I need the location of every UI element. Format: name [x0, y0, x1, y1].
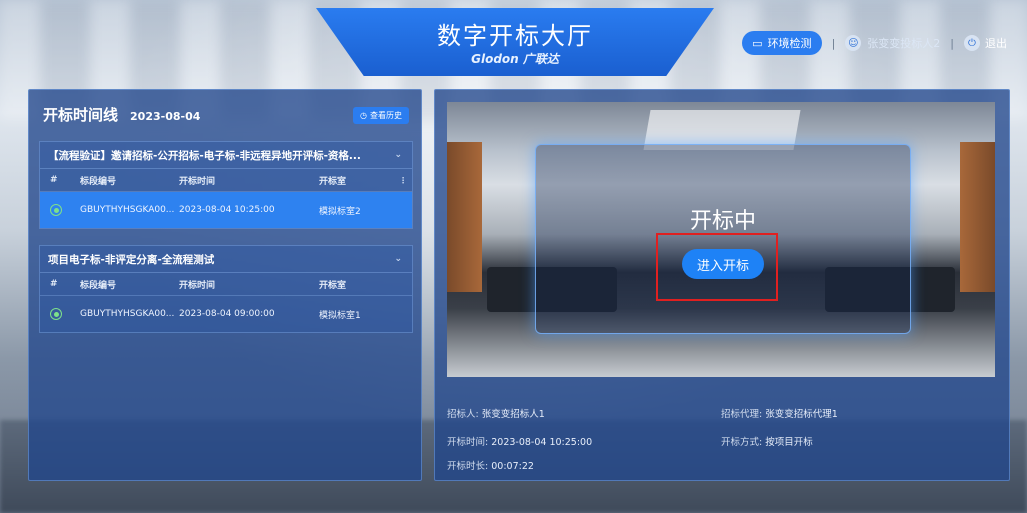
chevron-down-icon[interactable]: ⌄ — [394, 254, 402, 264]
table-row[interactable]: GBUYTHYHSGKA00... 2023-08-04 10:25:00 模拟… — [40, 192, 412, 228]
duration-value: 00:07:22 — [491, 461, 534, 472]
timeline-title: 开标时间线 — [43, 106, 119, 124]
timeline-header: 开标时间线 2023-08-04 — [43, 104, 200, 125]
project-name: 项目电子标-非评定分离-全流程测试 — [48, 253, 215, 266]
agent-value: 张变变招标代理1 — [765, 409, 838, 420]
page-title: 数字开标大厅 — [437, 22, 593, 50]
method-value: 按项目开标 — [765, 437, 813, 448]
status-dot-icon — [50, 204, 62, 216]
user-name: 张变变投标人2 — [867, 37, 941, 50]
clock-icon: ◷ — [360, 111, 367, 120]
table-header: # 标段编号 开标时间 开标室 — [40, 273, 412, 296]
meeting-room-image: 开标中 进入开标 — [447, 102, 995, 377]
project-name: 【流程验证】邀请招标-公开招标-电子标-非远程异地开评标-资格... — [48, 149, 361, 162]
logout-button[interactable]: ⏻ 退出 — [964, 35, 1007, 51]
agent-info: 招标代理: 张变变招标代理1 — [721, 406, 838, 420]
chevron-down-icon[interactable]: ⌄ — [394, 150, 402, 160]
method-info: 开标方式: 按项目开标 — [721, 434, 813, 448]
project-group: 【流程验证】邀请招标-公开招标-电子标-非远程异地开评标-资格... ⌄ # 标… — [39, 141, 413, 229]
col-code: 标段编号 — [80, 176, 117, 187]
user-info[interactable]: ☺ 张变变投标人2 — [845, 35, 940, 51]
status-dot-icon — [50, 308, 62, 320]
column-menu-icon[interactable]: ⋮ — [399, 176, 407, 185]
table-row[interactable]: GBUYTHYHSGKA00... 2023-08-04 09:00:00 模拟… — [40, 296, 412, 332]
logout-label: 退出 — [985, 37, 1007, 50]
tenderer-label: 招标人: — [447, 409, 479, 420]
method-label: 开标方式: — [721, 437, 763, 448]
glodon-logo: Glodon 广联达 — [471, 52, 559, 66]
open-time-label: 开标时间: — [447, 437, 489, 448]
row-code: GBUYTHYHSGKA00... — [80, 205, 175, 215]
col-index: # — [50, 279, 58, 289]
open-time-value: 2023-08-04 10:25:00 — [491, 437, 593, 448]
tenderer-value: 张变变招标人1 — [481, 409, 545, 420]
env-check-label: 环境检测 — [767, 37, 812, 50]
timeline-date: 2023-08-04 — [130, 110, 201, 123]
row-code: GBUYTHYHSGKA00... — [80, 309, 175, 319]
open-time-info: 开标时间: 2023-08-04 10:25:00 — [447, 434, 592, 448]
col-index: # — [50, 175, 58, 185]
room-status-overlay: 开标中 进入开标 — [535, 144, 911, 334]
view-history-button[interactable]: ◷ 查看历史 — [353, 107, 409, 124]
monitor-icon: ▭ — [752, 36, 763, 50]
col-room: 开标室 — [319, 176, 347, 187]
header-separator: | — [831, 36, 836, 50]
row-room: 模拟标室1 — [319, 310, 361, 321]
user-icon: ☺ — [845, 35, 862, 51]
col-code: 标段编号 — [80, 280, 117, 291]
timeline-panel: 开标时间线 2023-08-04 ◷ 查看历史 【流程验证】邀请招标-公开招标-… — [28, 89, 422, 481]
col-room: 开标室 — [319, 280, 347, 291]
agent-label: 招标代理: — [721, 409, 763, 420]
duration-info: 开标时长: 00:07:22 — [447, 458, 534, 472]
table-header: # 标段编号 开标时间 开标室 ⋮ — [40, 169, 412, 192]
project-group-header[interactable]: 【流程验证】邀请招标-公开招标-电子标-非远程异地开评标-资格... ⌄ — [40, 142, 412, 169]
row-time: 2023-08-04 10:25:00 — [179, 205, 275, 215]
env-check-button[interactable]: ▭ 环境检测 — [742, 31, 822, 55]
row-time: 2023-08-04 09:00:00 — [179, 309, 275, 319]
enter-opening-button[interactable]: 进入开标 — [682, 249, 764, 279]
tenderer-info: 招标人: 张变变招标人1 — [447, 406, 545, 420]
col-time: 开标时间 — [179, 280, 216, 291]
opening-status: 开标中 — [689, 209, 756, 234]
header-separator-2: | — [950, 36, 954, 50]
project-group: 项目电子标-非评定分离-全流程测试 ⌄ # 标段编号 开标时间 开标室 GBUY… — [39, 245, 413, 333]
project-group-header[interactable]: 项目电子标-非评定分离-全流程测试 ⌄ — [40, 246, 412, 273]
view-history-label: 查看历史 — [370, 111, 402, 120]
title-banner: 数字开标大厅 Glodon 广联达 — [316, 8, 714, 76]
header-actions: ▭ 环境检测 | ☺ 张变变投标人2 | ⏻ 退出 — [742, 31, 1007, 55]
duration-label: 开标时长: — [447, 461, 489, 472]
power-icon: ⏻ — [964, 35, 980, 51]
row-room: 模拟标室2 — [319, 206, 361, 217]
opening-room-panel: 开标中 进入开标 招标人: 张变变招标人1 招标代理: 张变变招标代理1 开标时… — [434, 89, 1010, 481]
col-time: 开标时间 — [179, 176, 216, 187]
